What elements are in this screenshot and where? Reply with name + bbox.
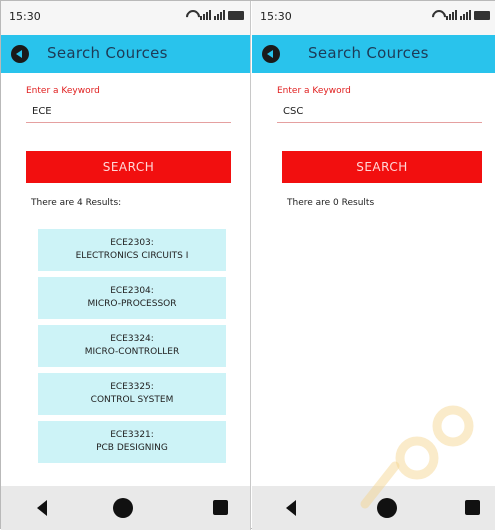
nav-back-icon[interactable] [286, 500, 296, 516]
wifi-icon [185, 10, 197, 20]
list-item[interactable]: ECE2304: MICRO-PROCESSOR [38, 277, 226, 319]
signal-icon [460, 9, 471, 20]
nav-recents-icon[interactable] [465, 500, 480, 515]
nav-home-icon[interactable] [113, 498, 133, 518]
course-code: ECE3321: [110, 430, 154, 440]
wifi-icon [431, 10, 443, 20]
battery-icon [474, 11, 490, 20]
result-list: ECE2303: ELECTRONICS CIRCUITS I ECE2304:… [38, 229, 226, 469]
screenshot-frame: 15:30 Search Cources Enter a Keyword SEA… [0, 0, 495, 530]
course-name: MICRO-CONTROLLER [84, 347, 180, 357]
search-button[interactable]: SEARCH [282, 151, 482, 183]
course-code: ECE3325: [110, 382, 154, 392]
course-name: PCB DESIGNING [96, 443, 168, 453]
keyword-label: Enter a Keyword [26, 86, 100, 96]
list-item[interactable]: ECE3324: MICRO-CONTROLLER [38, 325, 226, 367]
phone-screen-ece: 15:30 Search Cources Enter a Keyword SEA… [1, 1, 251, 530]
nav-back-icon[interactable] [37, 500, 47, 516]
course-name: CONTROL SYSTEM [90, 395, 174, 405]
back-circle-icon[interactable] [11, 45, 29, 63]
course-name: ELECTRONICS CIRCUITS I [75, 251, 189, 261]
course-code: ECE3324: [110, 334, 154, 344]
status-time: 15:30 [260, 10, 292, 23]
course-code: ECE2303: [110, 238, 154, 248]
status-time: 15:30 [9, 10, 41, 23]
phone-screen-csc: 15:30 Search Cources Enter a Keyword SEA… [252, 1, 495, 530]
list-item[interactable]: ECE2303: ELECTRONICS CIRCUITS I [38, 229, 226, 271]
results-count: There are 4 Results: [31, 198, 122, 208]
nav-home-icon[interactable] [377, 498, 397, 518]
signal-icon [200, 9, 211, 20]
page-title: Search Cources [308, 44, 429, 62]
status-bar: 15:30 [1, 1, 250, 35]
signal-icon [214, 9, 225, 20]
keyword-input[interactable] [277, 101, 482, 123]
course-code: ECE2304: [110, 286, 154, 296]
signal-icon [446, 9, 457, 20]
status-bar: 15:30 [252, 1, 495, 35]
navigation-bar [252, 486, 495, 530]
keyword-label: Enter a Keyword [277, 86, 351, 96]
battery-icon [228, 11, 244, 20]
app-bar: Search Cources [252, 35, 495, 73]
navigation-bar [1, 486, 250, 530]
list-item[interactable]: ECE3325: CONTROL SYSTEM [38, 373, 226, 415]
page-title: Search Cources [47, 44, 168, 62]
keyword-input[interactable] [26, 101, 231, 123]
nav-recents-icon[interactable] [213, 500, 228, 515]
results-count: There are 0 Results [287, 198, 375, 208]
status-icons [185, 9, 244, 20]
app-bar: Search Cources [1, 35, 250, 73]
list-item[interactable]: ECE3321: PCB DESIGNING [38, 421, 226, 463]
status-icons [431, 9, 490, 20]
course-name: MICRO-PROCESSOR [87, 299, 177, 309]
search-button[interactable]: SEARCH [26, 151, 231, 183]
back-circle-icon[interactable] [262, 45, 280, 63]
